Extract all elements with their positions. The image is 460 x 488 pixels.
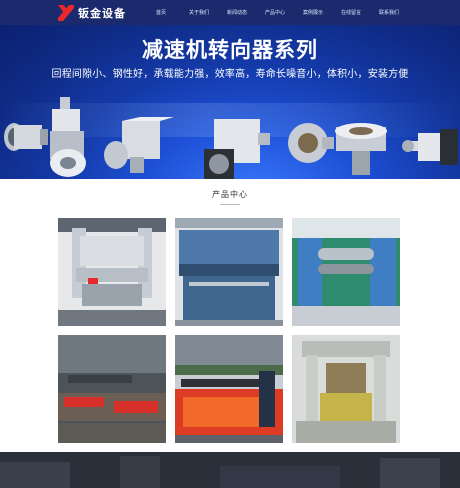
hero-banner[interactable]: 减速机转向器系列 回程间隙小、钢性好，承载能力强，效率高，寿命长噪音小，体积小，…: [0, 25, 460, 179]
gearbox-product-image-7: [402, 129, 458, 165]
banner-subtitle: 回程间隙小、钢性好，承载能力强，效率高，寿命长噪音小，体积小，安装方便: [51, 69, 409, 80]
product-image-press-brake: [58, 218, 166, 326]
product-card-press-brake[interactable]: [58, 218, 166, 326]
nav-item-about[interactable]: 关于我们: [180, 9, 218, 16]
brand-name: 钣金设备: [78, 6, 126, 20]
product-image-cnc-cutting: [58, 335, 166, 443]
gearbox-product-image-2: [50, 97, 86, 177]
product-card-plate-rolling[interactable]: [292, 218, 400, 326]
nav-item-news[interactable]: 新闻动态: [218, 9, 256, 16]
site-logo[interactable]: 钣金设备: [58, 4, 126, 21]
gearbox-product-image-6: [335, 123, 387, 175]
nav-item-products[interactable]: 产品中心: [256, 9, 294, 16]
gearbox-product-image-3: [104, 117, 174, 173]
nav-item-cases[interactable]: 案例展示: [294, 9, 332, 16]
nav-item-contact[interactable]: 联系我们: [370, 9, 408, 16]
product-image-plasma-cutting: [175, 335, 283, 443]
product-image-plate-rolling: [292, 218, 400, 326]
product-card-cnc-cutting[interactable]: [58, 335, 166, 443]
footer-background-image: [0, 452, 460, 488]
main-menu: 首页 关于我们 新闻动态 产品中心 案例展示 在线留言 联系我们: [142, 0, 408, 25]
nav-item-message[interactable]: 在线留言: [332, 9, 370, 16]
footer-banner: [0, 452, 460, 488]
product-image-hydraulic-press: [292, 335, 400, 443]
gearbox-product-image-4: [204, 119, 270, 179]
product-image-shearing-machine: [175, 218, 283, 326]
gearbox-product-image-5: [288, 123, 334, 163]
product-card-hydraulic-press[interactable]: [292, 335, 400, 443]
product-card-plasma-cutting[interactable]: [175, 335, 283, 443]
brand-logo-icon: [58, 4, 74, 21]
product-card-shearing-machine[interactable]: [175, 218, 283, 326]
section-title: 产品中心: [212, 190, 248, 199]
top-navbar: 钣金设备 首页 关于我们 新闻动态 产品中心 案例展示 在线留言 联系我们: [0, 0, 460, 25]
nav-item-home[interactable]: 首页: [142, 9, 180, 16]
banner-title: 减速机转向器系列: [142, 38, 318, 62]
product-grid: [58, 218, 401, 443]
section-title-underline: [220, 204, 240, 205]
